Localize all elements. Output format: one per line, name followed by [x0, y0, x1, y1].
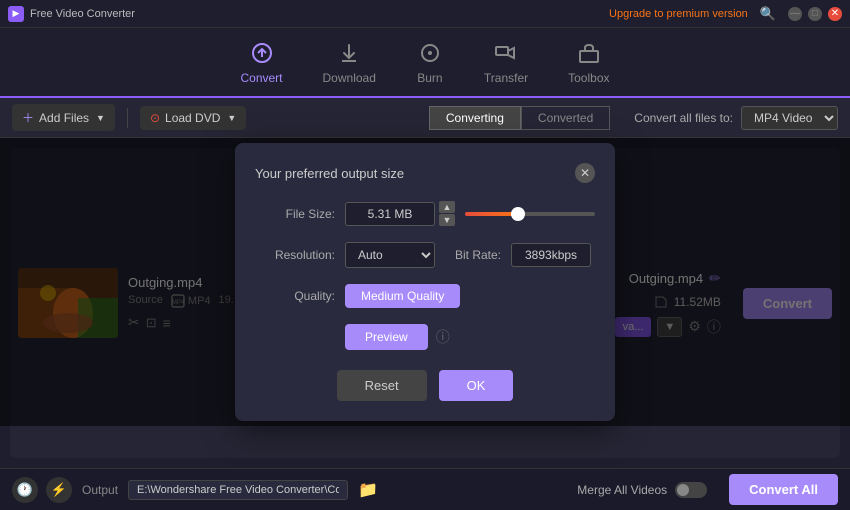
nav-label-toolbox: Toolbox [568, 71, 609, 85]
maximize-button[interactable]: □ [808, 7, 822, 21]
toggle-dot [677, 484, 689, 496]
nav-item-toolbox[interactable]: Toolbox [568, 39, 609, 85]
bit-rate-label: Bit Rate: [455, 248, 501, 262]
modal-overlay: Your preferred output size ✕ File Size: … [0, 138, 850, 426]
convert-icon [248, 39, 276, 67]
nav-label-burn: Burn [417, 71, 442, 85]
size-slider-container [465, 212, 595, 216]
resolution-row: Resolution: Auto 1080p 720p 480p Bit Rat… [255, 242, 595, 268]
folder-icon[interactable]: 📁 [358, 480, 378, 500]
resolution-label: Resolution: [255, 248, 335, 262]
size-arrows: ▲ ▼ [439, 201, 455, 226]
speed-icon[interactable]: ⚡ [46, 477, 72, 503]
transfer-icon [492, 39, 520, 67]
bottom-icons: 🕐 ⚡ [12, 477, 72, 503]
output-size-modal: Your preferred output size ✕ File Size: … [235, 143, 615, 421]
nav-bar: Convert Download Burn Transfer [0, 28, 850, 98]
dvd-icon: ⊙ [150, 111, 160, 125]
preview-button[interactable]: Preview [345, 324, 428, 350]
title-bar-right: Upgrade to premium version 🔍 — □ ✕ [609, 6, 842, 22]
toolbar-tabs: Converting Converted [429, 106, 610, 130]
nav-item-transfer[interactable]: Transfer [484, 39, 528, 85]
nav-label-download: Download [323, 71, 376, 85]
minimize-button[interactable]: — [788, 7, 802, 21]
nav-label-convert: Convert [240, 71, 282, 85]
app-icon: ▶ [8, 6, 24, 22]
quality-button[interactable]: Medium Quality [345, 284, 460, 308]
load-dvd-button[interactable]: ⊙ Load DVD ▼ [140, 106, 246, 130]
bottom-bar: 🕐 ⚡ Output 📁 Merge All Videos Convert Al… [0, 468, 850, 510]
add-files-button[interactable]: ＋ Add Files ▼ [12, 104, 115, 131]
title-controls: — □ ✕ [788, 7, 842, 21]
convert-all-button[interactable]: Convert All [729, 474, 838, 505]
search-icon[interactable]: 🔍 [760, 6, 776, 22]
app-title: Free Video Converter [30, 8, 135, 20]
convert-all-to-label: Convert all files to: [634, 111, 733, 125]
nav-item-download[interactable]: Download [323, 39, 376, 85]
nav-label-transfer: Transfer [484, 71, 528, 85]
reset-button[interactable]: Reset [337, 370, 427, 401]
size-down-button[interactable]: ▼ [439, 214, 455, 226]
quality-row: Quality: Medium Quality [255, 284, 595, 308]
resolution-select[interactable]: Auto 1080p 720p 480p [345, 242, 435, 268]
file-size-label: File Size: [255, 207, 335, 221]
toolbar-divider [127, 108, 128, 128]
file-size-input: ▲ ▼ [345, 201, 455, 226]
toolbox-icon [575, 39, 603, 67]
title-bar-left: ▶ Free Video Converter [8, 6, 135, 22]
burn-icon [416, 39, 444, 67]
file-size-field[interactable] [345, 202, 435, 226]
ok-button[interactable]: OK [439, 370, 514, 401]
tab-converting[interactable]: Converting [429, 106, 521, 130]
main-content: Outging.mp4 Source MP4 MP4 19... ✂ ⊡ ≡ O… [0, 138, 850, 468]
nav-item-convert[interactable]: Convert [240, 39, 282, 85]
convert-all-to: Convert all files to: MP4 Video [634, 106, 838, 130]
size-up-button[interactable]: ▲ [439, 201, 455, 213]
size-slider[interactable] [465, 212, 595, 216]
plus-icon: ＋ [22, 109, 34, 126]
add-files-dropdown-icon[interactable]: ▼ [96, 113, 105, 123]
load-dvd-dropdown-icon[interactable]: ▼ [227, 113, 236, 123]
merge-label: Merge All Videos [577, 483, 667, 497]
modal-footer: Reset OK [255, 370, 595, 401]
quality-label: Quality: [255, 289, 335, 303]
merge-toggle[interactable] [675, 482, 707, 498]
output-path-input[interactable] [128, 480, 348, 500]
output-label: Output [82, 483, 118, 497]
title-bar: ▶ Free Video Converter Upgrade to premiu… [0, 0, 850, 28]
file-size-row: File Size: ▲ ▼ [255, 201, 595, 226]
nav-item-burn[interactable]: Burn [416, 39, 444, 85]
modal-close-button[interactable]: ✕ [575, 163, 595, 183]
format-select[interactable]: MP4 Video [741, 106, 838, 130]
history-icon[interactable]: 🕐 [12, 477, 38, 503]
download-icon [335, 39, 363, 67]
upgrade-link[interactable]: Upgrade to premium version [609, 8, 748, 20]
modal-header: Your preferred output size ✕ [255, 163, 595, 183]
modal-title: Your preferred output size [255, 166, 404, 181]
tab-converted[interactable]: Converted [521, 106, 610, 130]
bitrate-display: 3893kbps [511, 243, 591, 267]
preview-info-icon: ⓘ [436, 327, 450, 347]
toolbar: ＋ Add Files ▼ ⊙ Load DVD ▼ Converting Co… [0, 98, 850, 138]
merge-section: Merge All Videos [577, 482, 707, 498]
close-button[interactable]: ✕ [828, 7, 842, 21]
preview-row: Preview ⓘ [255, 324, 595, 350]
